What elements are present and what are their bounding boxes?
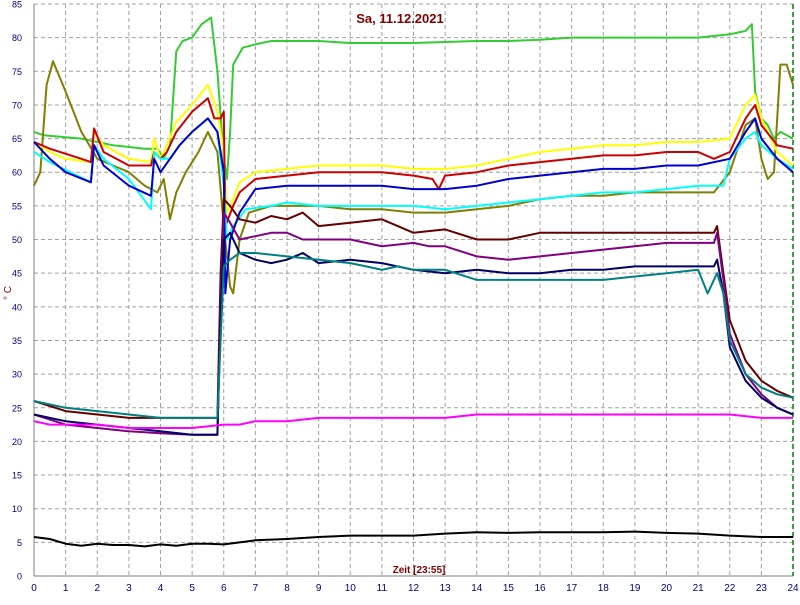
y-axis-label: ° C	[3, 286, 14, 300]
y-tick-label: 30	[12, 370, 22, 380]
y-tick-label: 55	[12, 201, 22, 211]
x-tick-label: 13	[440, 583, 452, 594]
x-tick-label: 15	[503, 583, 515, 594]
y-tick-label: 25	[12, 403, 22, 413]
x-tick-label: 22	[724, 583, 736, 594]
x-tick-label: 19	[629, 583, 641, 594]
x-axis-label: Zeit [23:55]	[393, 565, 446, 576]
y-tick-label: 70	[12, 100, 22, 110]
y-tick-label: 5	[17, 538, 22, 548]
x-tick-label: 12	[408, 583, 420, 594]
y-tick-label: 45	[12, 269, 22, 279]
y-tick-label: 35	[12, 336, 22, 346]
x-tick-label: 6	[221, 583, 227, 594]
x-tick-label: 0	[31, 583, 37, 594]
y-tick-label: 85	[12, 0, 22, 10]
x-tick-label: 2	[94, 583, 100, 594]
y-tick-label: 75	[12, 67, 22, 77]
temperature-chart: 0 1 2 3 4 5 6 7 8 9 10 11 12 13 14 15 16 17 18 19 20 21 22 23 24…	[0, 0, 800, 600]
y-tick-label: 0	[17, 572, 22, 582]
y-tick-label: 10	[12, 504, 22, 514]
chart-title: Sa, 11.12.2021	[356, 11, 443, 26]
x-tick-label: 1	[63, 583, 69, 594]
x-tick-label: 5	[189, 583, 195, 594]
x-tick-label: 10	[345, 583, 357, 594]
y-tick-label: 60	[12, 168, 22, 178]
x-tick-label: 4	[158, 583, 164, 594]
y-tick-label: 20	[12, 437, 22, 447]
y-tick-label: 40	[12, 302, 22, 312]
x-tick-label: 24	[787, 583, 799, 594]
y-tick-label: 65	[12, 134, 22, 144]
x-tick-label: 21	[693, 583, 705, 594]
chart-background	[0, 0, 800, 600]
x-tick-label: 9	[316, 583, 322, 594]
y-tick-label: 80	[12, 33, 22, 43]
x-tick-label: 16	[534, 583, 546, 594]
x-tick-label: 8	[284, 583, 290, 594]
x-tick-label: 20	[661, 583, 673, 594]
x-tick-label: 7	[253, 583, 259, 594]
x-tick-label: 14	[471, 583, 483, 594]
x-tick-label: 17	[566, 583, 578, 594]
x-tick-label: 23	[756, 583, 768, 594]
y-tick-label: 50	[12, 235, 22, 245]
x-tick-label: 18	[598, 583, 610, 594]
x-tick-label: 11	[377, 583, 388, 594]
y-tick-label: 15	[12, 471, 22, 481]
chart-container: 0 1 2 3 4 5 6 7 8 9 10 11 12 13 14 15 16 17 18 19 20 21 22 23 24…	[0, 0, 800, 600]
x-tick-label: 3	[126, 583, 132, 594]
